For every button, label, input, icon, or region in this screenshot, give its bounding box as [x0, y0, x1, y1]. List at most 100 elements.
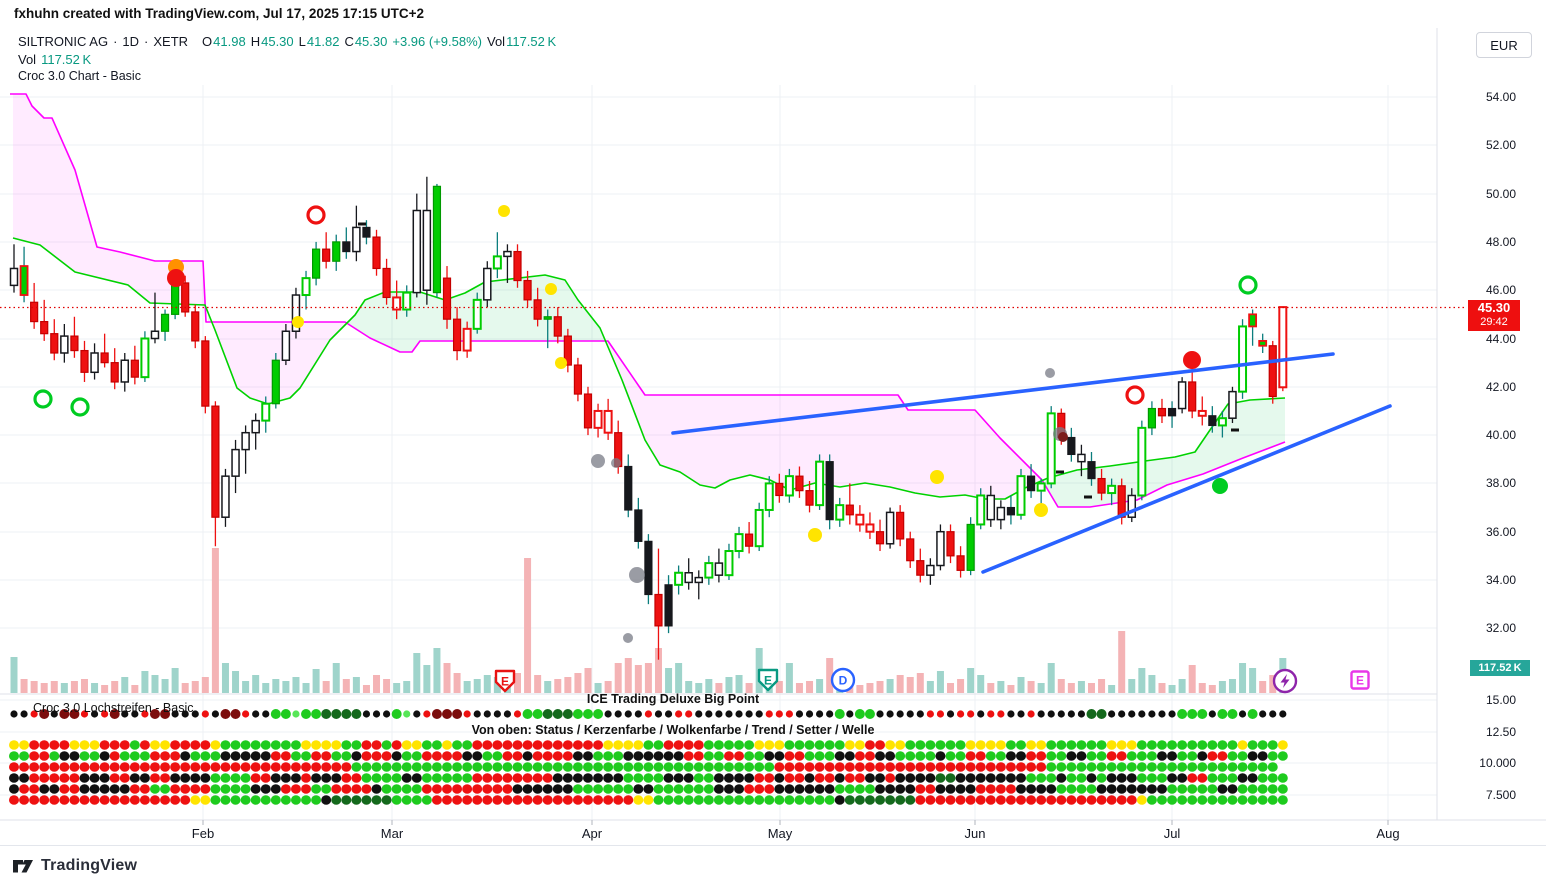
symbol-legend[interactable]: SILTRONIC AG · 1D · XETR O41.98 H45.30 L… — [18, 34, 556, 49]
lochstreifen-dot — [996, 762, 1006, 772]
lochstreifen-dot — [643, 751, 653, 761]
lochstreifen-dot — [774, 784, 784, 794]
volume-bar — [957, 679, 964, 693]
lochstreifen-dot — [1016, 762, 1026, 772]
lochstreifen-dot — [805, 751, 815, 761]
lochstreifen-dot — [956, 795, 966, 805]
lochstreifen-dot — [1066, 773, 1076, 783]
lochstreifen-dot — [492, 784, 502, 794]
lochstreifen-dot — [160, 751, 170, 761]
earnings-badge[interactable]: E — [1352, 672, 1369, 689]
lochstreifen-dot — [935, 784, 945, 794]
lochstreifen-dot — [241, 751, 251, 761]
lochstreifen-dot — [1076, 762, 1086, 772]
lochstreifen-dot — [442, 740, 452, 750]
candle-body — [1078, 454, 1085, 461]
candle-body — [303, 278, 310, 295]
lochstreifen-dot — [734, 784, 744, 794]
lochstreifen-dot — [664, 762, 674, 772]
month-label: Apr — [582, 826, 602, 841]
lochstreifen-dot — [261, 762, 271, 772]
lochstreifen-dot — [776, 710, 783, 717]
lochstreifen-dot — [1056, 784, 1066, 794]
candle-body — [997, 508, 1004, 520]
lochstreifen-dot — [835, 751, 845, 761]
croc-chart-indicator-legend[interactable]: Croc 3.0 Chart - Basic — [18, 69, 141, 83]
lochstreifen-dot — [241, 784, 251, 794]
price-chart-canvas[interactable]: EEDE — [0, 0, 1546, 884]
lochstreifen-dot — [1016, 740, 1026, 750]
volume-bar — [1128, 679, 1135, 693]
lochstreifen-dot — [281, 762, 291, 772]
candle-body — [91, 353, 98, 372]
lochstreifen-dot — [845, 773, 855, 783]
gray-dot-marker — [611, 458, 621, 468]
lochstreifen-dot — [423, 710, 430, 717]
lochstreifen-dot — [130, 773, 140, 783]
lochstreifen-dot — [573, 751, 583, 761]
lochstreifen-dot — [623, 795, 633, 805]
volume-bar — [172, 668, 179, 693]
lochstreifen-dot — [684, 740, 694, 750]
lochstreifen-dot — [160, 773, 170, 783]
lochstreifen-dot — [210, 740, 220, 750]
lochstreifen-dot — [140, 740, 150, 750]
volume-bar — [292, 677, 299, 693]
dividend-badge[interactable]: D — [832, 669, 854, 691]
lochstreifen-dot — [533, 795, 543, 805]
lochstreifen-dot — [1137, 751, 1147, 761]
candle-body — [262, 404, 269, 421]
volume-bar — [423, 665, 430, 693]
lochstreifen-dot — [885, 751, 895, 761]
alert-bolt-icon[interactable] — [1274, 670, 1296, 692]
lochstreifen-dot — [392, 784, 402, 794]
lochstreifen-dot — [100, 773, 110, 783]
lochstreifen-dot — [865, 762, 875, 772]
lochstreifen-dot — [805, 740, 815, 750]
lochstreifen-dot — [1157, 795, 1167, 805]
volume-bar — [947, 683, 954, 693]
lochstreifen-dot — [967, 710, 974, 717]
lochstreifen-dot — [603, 751, 613, 761]
lochstreifen-dot — [764, 773, 774, 783]
lochstreifen-dot — [29, 784, 39, 794]
lochstreifen-dot — [1147, 751, 1157, 761]
legend-separator: · — [113, 34, 117, 49]
lochstreifen-dot — [361, 784, 371, 794]
volume-bar — [474, 679, 481, 693]
lochstreifen-dot — [694, 762, 704, 772]
volume-bar — [937, 671, 944, 693]
lochstreifen-dot — [49, 751, 59, 761]
lochstreifen-dot — [361, 795, 371, 805]
lochstreifen-dot — [815, 751, 825, 761]
lochstreifen-dot — [482, 773, 492, 783]
lochstreifen-dot — [1086, 762, 1096, 772]
lochstreifen-dot — [563, 709, 573, 719]
volume-indicator-legend[interactable]: Vol 117.52 K — [18, 52, 91, 67]
lochstreifen-dot — [422, 784, 432, 794]
tradingview-brand[interactable]: TradingView — [12, 856, 137, 876]
lochstreifen-dot — [311, 709, 321, 719]
lochstreifen-dot — [462, 784, 472, 794]
lochstreifen-dot — [432, 709, 442, 719]
lochstreifen-dot — [966, 795, 976, 805]
lochstreifen-dot — [442, 795, 452, 805]
lochstreifen-dot — [1138, 710, 1145, 717]
volume-bar — [1138, 668, 1145, 693]
currency-button[interactable]: EUR — [1476, 32, 1532, 58]
lochstreifen-dot — [402, 751, 412, 761]
lochstreifen-dot — [412, 773, 422, 783]
lochstreifen-indicator-legend[interactable]: Croc 3.0 Lochstreifen - Basic — [33, 701, 194, 715]
lochstreifen-dot — [704, 762, 714, 772]
lochstreifen-dot — [291, 784, 301, 794]
volume-bar — [645, 663, 652, 693]
lochstreifen-dot — [593, 773, 603, 783]
lochstreifen-dot — [1046, 795, 1056, 805]
lochstreifen-dot — [1147, 795, 1157, 805]
lochstreifen-dot — [1248, 784, 1258, 794]
lochstreifen-dot — [392, 740, 402, 750]
lochstreifen-dot — [170, 740, 180, 750]
candle-body — [655, 594, 662, 625]
lochstreifen-dot — [281, 773, 291, 783]
lochstreifen-dot — [543, 740, 553, 750]
